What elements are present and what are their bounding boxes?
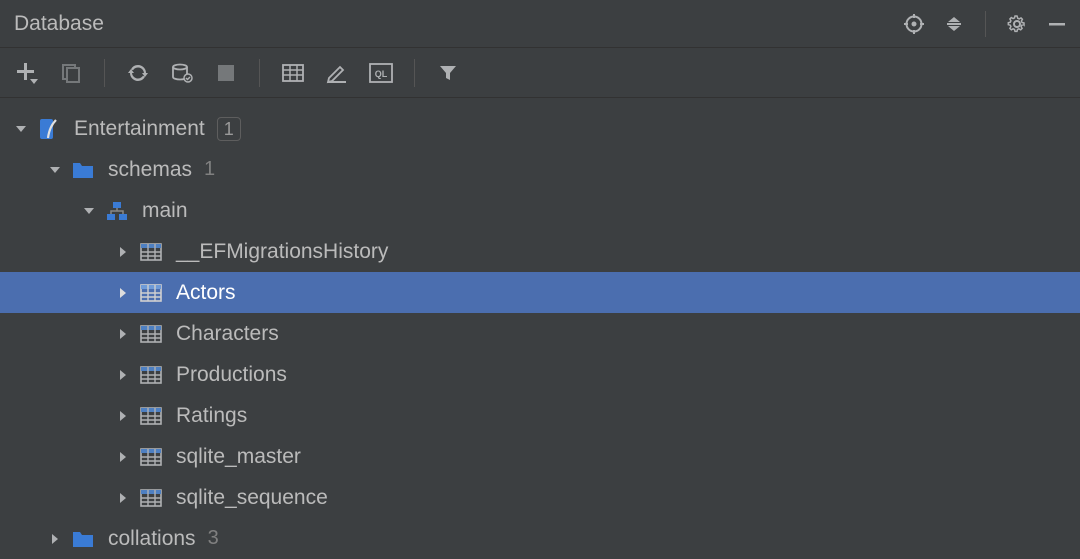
tree-label: sqlite_master [176, 445, 301, 469]
tree-node-table[interactable]: __EFMigrationsHistory [0, 231, 1080, 272]
count-badge: 1 [204, 158, 215, 181]
chevron-down-icon[interactable] [10, 118, 32, 140]
tree-label: Actors [176, 281, 236, 305]
tree-label: Entertainment [74, 117, 205, 141]
tree-label: Ratings [176, 404, 247, 428]
tree-node-schemas[interactable]: schemas 1 [0, 149, 1080, 190]
filter-icon[interactable] [435, 60, 461, 86]
minimize-icon[interactable] [1046, 13, 1068, 35]
panel-title: Database [14, 12, 903, 36]
sqlite-feather-icon [36, 116, 62, 142]
refresh-button[interactable] [125, 60, 151, 86]
table-icon [138, 403, 164, 429]
table-icon [138, 239, 164, 265]
tree-label: __EFMigrationsHistory [176, 240, 388, 264]
chevron-right-icon[interactable] [112, 446, 134, 468]
toolbar-separator-3 [414, 59, 415, 87]
stop-button[interactable] [213, 60, 239, 86]
tree-node-table[interactable]: Productions [0, 354, 1080, 395]
sync-button[interactable] [169, 60, 195, 86]
table-icon [138, 321, 164, 347]
count-badge: 3 [208, 527, 219, 550]
chevron-right-icon[interactable] [112, 282, 134, 304]
table-icon [138, 280, 164, 306]
svg-text:QL: QL [375, 69, 388, 79]
tree-node-database[interactable]: Entertainment 1 [0, 108, 1080, 149]
chevron-right-icon[interactable] [112, 241, 134, 263]
tree-label: Characters [176, 322, 279, 346]
folder-icon [70, 157, 96, 183]
toolbar-separator-2 [259, 59, 260, 87]
folder-icon [70, 526, 96, 552]
count-badge: 1 [217, 117, 241, 141]
database-tree: Entertainment 1 schemas 1 main __ [0, 98, 1080, 559]
gear-icon[interactable] [1006, 13, 1028, 35]
tree-node-collations[interactable]: collations 3 [0, 518, 1080, 559]
toolbar-separator-1 [104, 59, 105, 87]
tree-node-table-selected[interactable]: Actors [0, 272, 1080, 313]
tree-label: collations [108, 527, 196, 551]
header-actions [903, 11, 1068, 37]
tree-label: Productions [176, 363, 287, 387]
tree-label: sqlite_sequence [176, 486, 328, 510]
tree-node-table[interactable]: Ratings [0, 395, 1080, 436]
add-button[interactable] [14, 60, 40, 86]
table-icon [138, 444, 164, 470]
table-view-button[interactable] [280, 60, 306, 86]
table-icon [138, 485, 164, 511]
chevron-down-icon[interactable] [78, 200, 100, 222]
edit-button[interactable] [324, 60, 350, 86]
database-toolbar: QL [0, 48, 1080, 98]
tree-label: schemas [108, 158, 192, 182]
chevron-right-icon[interactable] [112, 364, 134, 386]
query-console-button[interactable]: QL [368, 60, 394, 86]
tree-node-table[interactable]: sqlite_sequence [0, 477, 1080, 518]
tree-node-table[interactable]: Characters [0, 313, 1080, 354]
chevron-right-icon[interactable] [112, 405, 134, 427]
chevron-right-icon[interactable] [112, 487, 134, 509]
target-icon[interactable] [903, 13, 925, 35]
schema-icon [104, 198, 130, 224]
chevron-down-icon[interactable] [44, 159, 66, 181]
database-panel-header: Database [0, 0, 1080, 48]
tree-node-table[interactable]: sqlite_master [0, 436, 1080, 477]
chevron-right-icon[interactable] [112, 323, 134, 345]
tree-node-schema-main[interactable]: main [0, 190, 1080, 231]
chevron-right-icon[interactable] [44, 528, 66, 550]
collapse-icon[interactable] [943, 13, 965, 35]
header-separator [985, 11, 986, 37]
tree-label: main [142, 199, 188, 223]
table-icon [138, 362, 164, 388]
duplicate-button[interactable] [58, 60, 84, 86]
